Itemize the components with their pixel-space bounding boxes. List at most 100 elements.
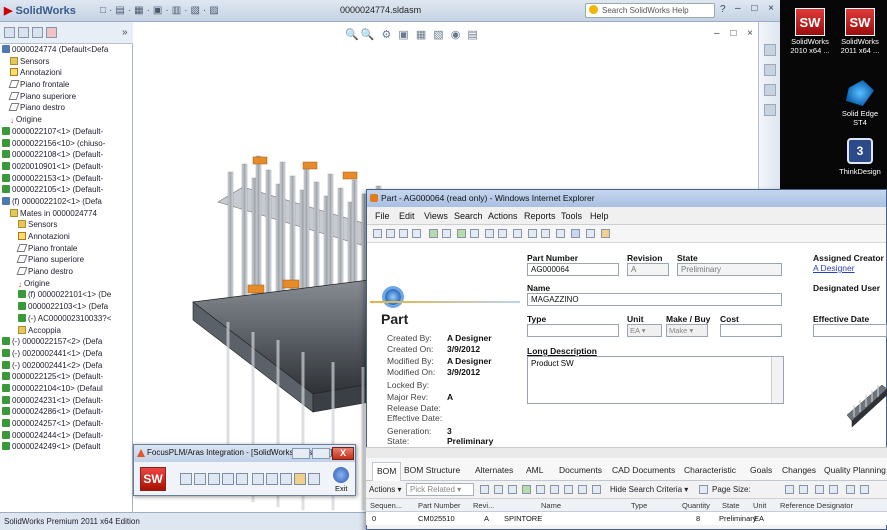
unlock-icon[interactable] [442, 229, 451, 238]
column-header[interactable]: Type [631, 501, 647, 510]
tree-node[interactable]: 0000024244<1> (Default- [0, 430, 132, 442]
sync-icon[interactable] [280, 473, 292, 485]
form-horizontal-scrollbar[interactable] [366, 447, 887, 458]
tree-node[interactable]: (f) 0000022101<1> (De [0, 289, 132, 301]
tree-node[interactable]: 0000024774 (Default<Defa [0, 44, 132, 56]
assigned-creator-link[interactable]: A Designer [813, 263, 855, 273]
close-button[interactable]: X [332, 447, 354, 460]
column-header[interactable]: Sequen... [370, 501, 402, 510]
tree-node[interactable]: Piano superiore [0, 91, 132, 103]
print-icon[interactable] [412, 229, 421, 238]
pick-related-select[interactable]: Pick Related ▾ [406, 483, 474, 496]
part-number-field[interactable]: AG000064 [527, 263, 619, 276]
long-description-field[interactable]: Product SW [527, 356, 784, 404]
property-manager-tab[interactable] [18, 27, 29, 38]
tree-node[interactable]: 0000024257<1> (Default- [0, 418, 132, 430]
copy-icon[interactable] [386, 229, 395, 238]
heads-up-view-toolbar[interactable]: 🔍🔍 ⚙ ▣ ▦ ▧ ◉ ▤ [345, 28, 480, 41]
menu-search[interactable]: Search [454, 211, 483, 221]
effective-date-field[interactable] [813, 324, 887, 337]
display-manager-tab[interactable] [46, 27, 57, 38]
workflow-icon[interactable] [571, 229, 580, 238]
document-window-controls[interactable]: – □ × [714, 28, 757, 39]
tree-node[interactable]: 0000022107<1> (Default- [0, 126, 132, 138]
promote-icon[interactable] [457, 229, 466, 238]
tree-node[interactable]: Annotazioni [0, 67, 132, 79]
exit-button[interactable]: Exit [335, 484, 348, 493]
desktop-icon-solidworks-2010[interactable]: SW SolidWorks 2010 x64 ... [785, 8, 835, 55]
tab-quality-planning[interactable]: Quality Planning [824, 465, 886, 475]
open-icon[interactable] [194, 473, 206, 485]
minimize-button[interactable] [292, 448, 310, 459]
new-icon[interactable] [373, 229, 382, 238]
lock-row-icon[interactable] [536, 485, 545, 494]
tree-node[interactable]: 0020010901<1> (Default- [0, 161, 132, 173]
edit-row-icon[interactable] [522, 485, 531, 494]
tab-aml[interactable]: AML [526, 465, 543, 475]
feature-tree-tab[interactable] [4, 27, 15, 38]
tree-node[interactable]: 0000022125<1> (Default- [0, 371, 132, 383]
link-icon[interactable] [528, 229, 537, 238]
tab-characteristic[interactable]: Characteristic [684, 465, 736, 475]
signoff-icon[interactable] [601, 229, 610, 238]
tab-goals[interactable]: Goals [750, 465, 772, 475]
view-palette-icon[interactable] [764, 104, 776, 116]
tree-node[interactable]: Piano frontale [0, 79, 132, 91]
hide-search-criteria-button[interactable]: Hide Search Criteria ▾ [610, 485, 688, 494]
description-scrollbar[interactable] [771, 357, 783, 403]
tree-node[interactable]: Piano frontale [0, 243, 132, 255]
tree-node[interactable]: (-) 0020002441<2> (Defa [0, 360, 132, 372]
lock-icon[interactable] [252, 473, 264, 485]
quick-access-toolbar[interactable]: □·▤·▦·▣·▥·▧·▨ [100, 5, 222, 16]
tab-bom[interactable]: BOM [372, 462, 402, 481]
tree-node[interactable]: (-) AC000002310033?< [0, 313, 132, 325]
unlock-icon[interactable] [266, 473, 278, 485]
type-field[interactable] [527, 324, 619, 337]
tree-node[interactable]: ↓ Origine [0, 278, 132, 290]
help-search-input[interactable]: Search SolidWorks Help [585, 3, 715, 18]
tree-node[interactable]: (-) 0000022157<2> (Defa [0, 336, 132, 348]
tab-documents[interactable]: Documents [559, 465, 602, 475]
state-field[interactable]: Preliminary [677, 263, 782, 276]
tree-node[interactable]: 0000024249<1> (Default [0, 441, 132, 453]
tree-node[interactable]: 0000024286<1> (Default- [0, 406, 132, 418]
tree-node[interactable]: 0000022104<10> (Defaul [0, 383, 132, 395]
tab-alternates[interactable]: Alternates [475, 465, 513, 475]
column-header[interactable]: State [722, 501, 740, 510]
tree-node[interactable]: 0000022108<1> (Default- [0, 149, 132, 161]
tree-node[interactable]: 0000022105<1> (Default- [0, 184, 132, 196]
menu-file[interactable]: File [375, 211, 390, 221]
properties-icon[interactable] [308, 473, 320, 485]
tree-node[interactable]: Piano superiore [0, 254, 132, 266]
make-buy-select[interactable]: Make ▾ [666, 324, 708, 337]
maximize-button[interactable] [312, 448, 330, 459]
configuration-manager-tab[interactable] [32, 27, 43, 38]
view-row-icon[interactable] [564, 485, 573, 494]
clear-row-icon[interactable] [592, 485, 601, 494]
delete-row-icon[interactable] [508, 485, 517, 494]
edit-icon[interactable] [429, 229, 438, 238]
next-page-icon[interactable] [799, 485, 808, 494]
solidworks-button[interactable]: SW [140, 467, 166, 491]
prev-page-icon[interactable] [785, 485, 794, 494]
filter-icon[interactable] [699, 485, 708, 494]
tree-node[interactable]: (f) 0000022102<1> (Defa [0, 196, 132, 208]
column-header[interactable]: Quantity [682, 501, 710, 510]
desktop-icon-solid-edge[interactable]: Solid Edge ST4 [835, 80, 885, 127]
tab-cad-documents[interactable]: CAD Documents [612, 465, 675, 475]
menu-help[interactable]: Help [590, 211, 609, 221]
bom-icon[interactable] [294, 473, 306, 485]
cost-field[interactable] [720, 324, 782, 337]
tab-changes[interactable]: Changes [782, 465, 816, 475]
tree-node[interactable]: Mates in 0000024774 [0, 208, 132, 220]
unit-select[interactable]: EA ▾ [627, 324, 662, 337]
email-icon[interactable] [586, 229, 595, 238]
tree-node[interactable]: Sensors [0, 56, 132, 68]
tree-node[interactable]: 0000022103<1> (Defa [0, 301, 132, 313]
tree-node[interactable]: (-) 0020002441<1> (Defa [0, 348, 132, 360]
paste-rows-icon[interactable] [860, 485, 869, 494]
tree-node[interactable]: Sensors [0, 219, 132, 231]
column-header[interactable]: Revi... [473, 501, 494, 510]
column-header[interactable]: Reference Designator [780, 501, 853, 510]
name-field[interactable]: MAGAZZINO [527, 293, 782, 306]
